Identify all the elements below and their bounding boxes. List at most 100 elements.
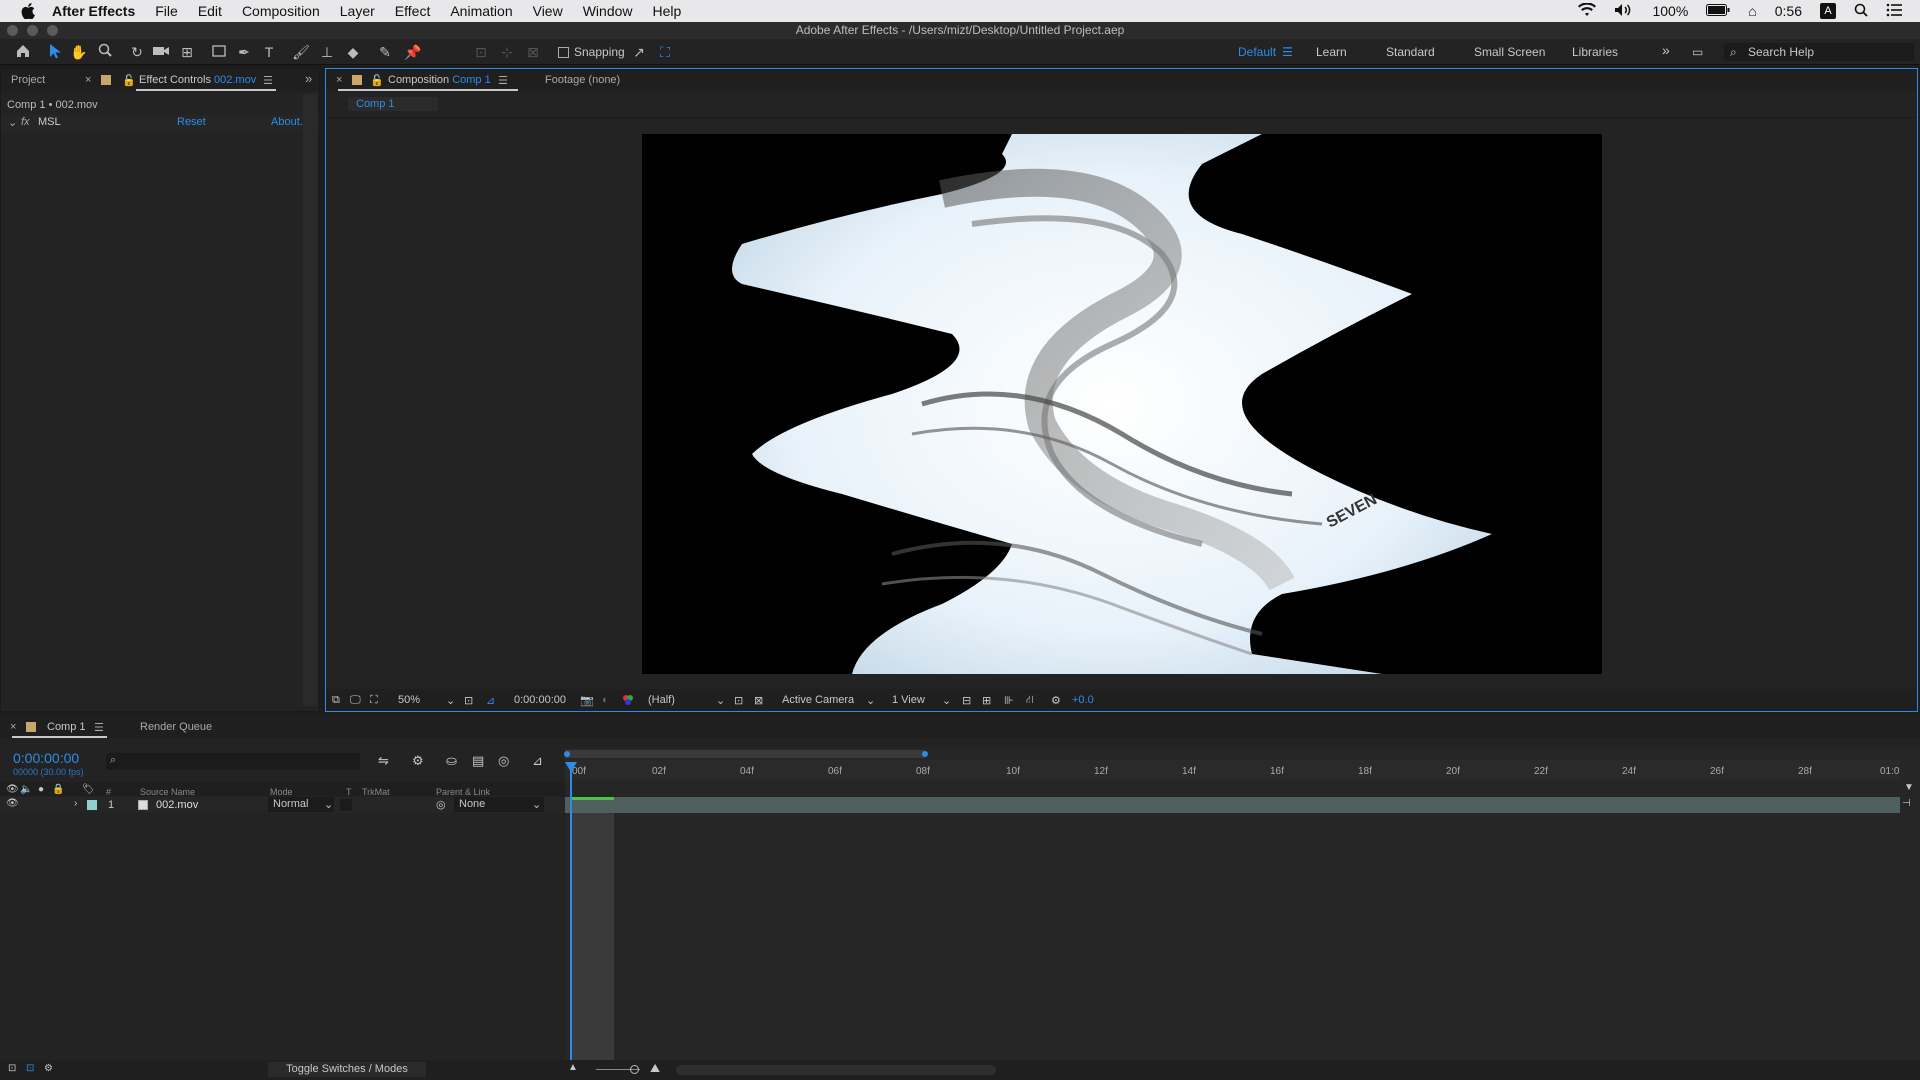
menu-animation[interactable]: Animation [450, 3, 512, 19]
effect-about-link[interactable]: About. [271, 116, 303, 128]
wifi-icon[interactable] [1578, 1, 1597, 20]
column-parent-link[interactable]: Parent & Link [436, 787, 490, 797]
puppet-pin-tool-icon[interactable]: 📌 [404, 43, 422, 61]
eraser-tool-icon[interactable]: ◆ [344, 43, 362, 61]
lock-icon[interactable]: 🔓 [122, 74, 136, 87]
clock-icon[interactable]: ⌂ [1748, 3, 1756, 19]
snap-edges-icon[interactable]: ↗ [630, 43, 648, 61]
workspace-small-screen[interactable]: Small Screen [1474, 45, 1545, 59]
pan-behind-tool-icon[interactable]: ⊞ [178, 43, 196, 61]
layer-duration-bar[interactable] [565, 797, 1900, 813]
zoom-tool-icon[interactable] [96, 43, 114, 61]
zoom-slider-thumb[interactable] [630, 1065, 639, 1074]
reset-exposure-icon[interactable]: ⚙ [1051, 694, 1061, 707]
effect-row-msl[interactable]: ⌄ fx MSL Reset About. [1, 115, 319, 131]
graph-editor-icon[interactable]: ⊿ [532, 753, 543, 769]
battery-icon[interactable] [1706, 3, 1730, 19]
snapping-checkbox[interactable] [558, 47, 569, 58]
composition-viewer[interactable]: SEVEN [642, 134, 1602, 674]
chevron-down-icon[interactable]: ⌄ [866, 694, 875, 707]
menu-app-name[interactable]: After Effects [52, 3, 135, 19]
close-tab-icon[interactable]: × [85, 74, 91, 86]
flowchart-icon[interactable]: ⛙ [1026, 694, 1034, 708]
effect-reset-link[interactable]: Reset [177, 116, 206, 128]
work-area-start-handle[interactable] [564, 751, 570, 757]
workspace-menu-icon[interactable]: ☰ [1282, 45, 1293, 59]
tab-timeline-comp[interactable]: Comp 1 [47, 721, 86, 733]
parent-dropdown[interactable]: None ⌄ [454, 797, 544, 812]
column-mode[interactable]: Mode [270, 787, 293, 797]
workspace-standard[interactable]: Standard [1386, 45, 1435, 59]
menu-help[interactable]: Help [653, 3, 682, 19]
workspace-panel-icon[interactable]: ▭ [1692, 45, 1703, 59]
frame-blending-icon[interactable]: ▤ [472, 753, 484, 769]
menu-window[interactable]: Window [583, 3, 633, 19]
effect-controls-scrollbar[interactable] [303, 94, 317, 706]
motion-blur-icon[interactable]: ◎ [498, 753, 509, 769]
workspace-libraries[interactable]: Libraries [1572, 45, 1618, 59]
rectangle-tool-icon[interactable] [210, 43, 228, 61]
lock-column-icon[interactable]: 🔒 [52, 784, 64, 795]
transparency-toggle-icon[interactable]: ⊠ [754, 694, 763, 707]
selection-tool-icon[interactable] [46, 43, 64, 61]
notification-center-icon[interactable] [1886, 3, 1902, 20]
zoom-dropdown[interactable]: 50% [398, 694, 420, 706]
camera-tool-icon[interactable] [152, 43, 170, 61]
chevron-down-icon[interactable]: ⌄ [8, 116, 17, 129]
region-of-interest-icon[interactable]: ⊡ [734, 694, 743, 707]
layer-name[interactable]: 002.mov [156, 799, 198, 811]
video-visibility-icon[interactable]: 👁 [6, 784, 19, 795]
pick-whip-icon[interactable]: ◎ [436, 798, 446, 811]
snap-features-icon[interactable]: ⛶ [656, 43, 674, 61]
zoom-out-icon[interactable]: ▲ [568, 1062, 578, 1073]
layer-out-handle-icon[interactable]: ⊣ [1902, 798, 1911, 809]
chevron-down-icon[interactable]: ⌄ [942, 694, 951, 707]
timeline-icon[interactable]: ⊪ [1004, 694, 1014, 707]
home-icon[interactable] [14, 43, 32, 61]
hand-tool-icon[interactable]: ✋ [70, 43, 88, 61]
panel-menu-icon[interactable]: ☰ [94, 721, 104, 734]
panel-menu-icon[interactable]: ☰ [263, 74, 273, 87]
resolution-dropdown[interactable]: (Half) [648, 694, 675, 706]
toggle-pixel-aspect-icon[interactable]: ⊟ [962, 694, 971, 707]
panel-menu-icon[interactable]: ☰ [498, 74, 508, 87]
more-workspaces-icon[interactable]: » [1662, 42, 1670, 58]
column-source-name[interactable]: Source Name [140, 787, 195, 797]
shy-layers-icon[interactable]: ⛀ [446, 753, 457, 769]
spotlight-search-icon[interactable] [1854, 3, 1868, 20]
fx-toggle[interactable]: fx [21, 116, 30, 128]
zoom-window-button[interactable] [47, 25, 58, 36]
snapshot-camera-icon[interactable]: 📷 [580, 694, 594, 707]
toggle-switches-modes-button[interactable]: Toggle Switches / Modes [268, 1062, 426, 1077]
tab-composition[interactable]: Composition Comp 1 [388, 74, 491, 86]
minimize-window-button[interactable] [27, 25, 38, 36]
layer-label-swatch[interactable] [87, 800, 97, 810]
roto-brush-tool-icon[interactable]: ✎ [376, 43, 394, 61]
apple-icon[interactable] [18, 1, 38, 21]
menu-effect[interactable]: Effect [395, 3, 431, 19]
preserve-transparency-toggle[interactable] [340, 799, 352, 811]
type-tool-icon[interactable]: T [260, 43, 278, 61]
viewer-timecode[interactable]: 0:00:00:00 [514, 694, 566, 706]
lock-icon[interactable]: 🔓 [370, 74, 384, 87]
exposure-value[interactable]: +0.0 [1072, 694, 1094, 706]
audio-icon[interactable]: 🔈 [20, 784, 32, 795]
label-tag-icon[interactable]: 🏷 [82, 784, 95, 795]
expand-panels-icon[interactable]: » [305, 71, 312, 86]
views-dropdown[interactable]: 1 View [892, 694, 925, 706]
pen-tool-icon[interactable]: ✒ [235, 43, 253, 61]
input-source-icon[interactable]: A [1820, 3, 1836, 19]
brush-tool-icon[interactable]: 🖌 [292, 43, 310, 61]
eye-icon[interactable]: 👁 [6, 798, 19, 809]
draft-3d-icon[interactable]: ⚙ [412, 753, 424, 769]
transfer-controls-icon[interactable]: ⊡ [26, 1063, 34, 1074]
layer-search-input[interactable]: ⌕ [106, 753, 360, 770]
chevron-down-icon[interactable]: ⌄ [716, 694, 725, 707]
zoom-in-icon[interactable]: ⛰ [650, 1061, 660, 1076]
comp-breadcrumb[interactable]: Comp 1 [348, 97, 438, 111]
close-window-button[interactable] [7, 25, 18, 36]
current-time-display[interactable]: 0:00:00:00 [13, 750, 79, 766]
tab-footage[interactable]: Footage (none) [545, 74, 620, 86]
layer-switches-icon[interactable]: ⊡ [8, 1063, 16, 1074]
menu-edit[interactable]: Edit [198, 3, 222, 19]
